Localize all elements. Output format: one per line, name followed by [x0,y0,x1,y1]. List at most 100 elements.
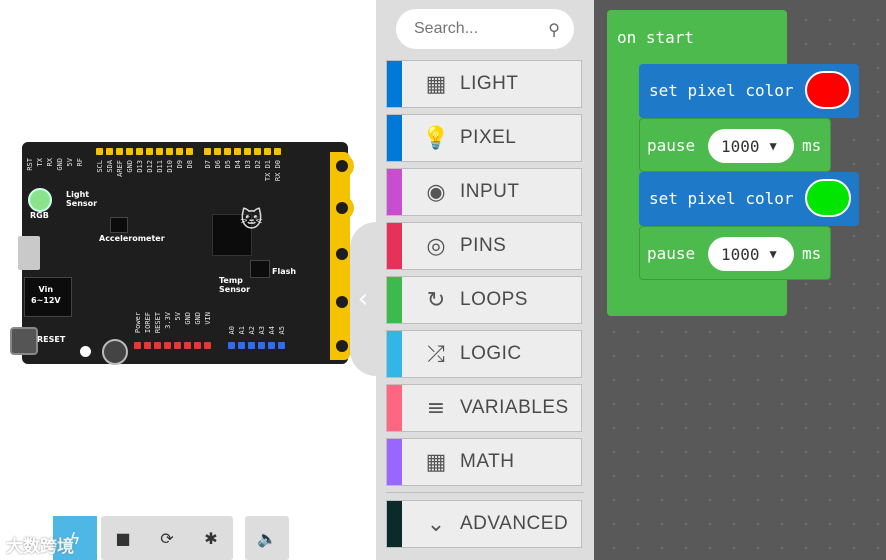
category-label: MATH [460,451,515,472]
header-digital-low [204,148,281,156]
header-pin [144,342,151,349]
pin-label: SDA [106,160,114,173]
search-box[interactable]: ⚲ [396,9,574,49]
unit-label: ms [802,136,822,155]
buzzer [102,339,128,365]
chevron-down-icon: ▼ [769,139,777,153]
chevron-down-icon: ▼ [769,247,777,261]
category-label: LOGIC [460,343,522,364]
toolbox: ⚲ ▦ LIGHT 💡 PIXEL ◉ INPUT ◎ PINS ↻ LOOPS ⤮ LOGIC ≡ VA… [376,0,594,560]
pin-label: RX [46,158,54,167]
duration-value: 1000 [721,244,760,264]
pin-label: RST [26,158,34,171]
sound-button[interactable]: 🔈 [245,516,289,560]
pin-label: GND [184,312,192,325]
category-label: PINS [460,235,507,256]
color-picker[interactable] [805,179,851,217]
header-digital-high [96,148,193,156]
category-label: INPUT [460,181,520,202]
category-color-stripe [387,501,402,547]
category-light[interactable]: ▦ LIGHT [386,60,582,108]
header-pin [268,342,275,349]
target-icon: ◉ [426,179,446,205]
category-advanced[interactable]: ⌄ ADVANCED [386,500,582,548]
pause-block[interactable]: pause 1000 ▼ ms [639,118,831,172]
block-label: set pixel color [649,81,794,100]
pin-label: A3 [258,326,266,335]
header-pin [134,342,141,349]
shuffle-icon: ⤮ [427,341,445,367]
restart-button[interactable]: ⟳ [145,516,189,560]
debug-button[interactable]: ✱ [189,516,233,560]
set-pixel-color-block[interactable]: set pixel color [639,64,859,118]
pin-label: GND [194,312,202,325]
header-pin [116,148,123,155]
header-pin [248,342,255,349]
toolbox-divider [386,492,584,493]
board-image[interactable]: RST TX RX GND 5V RF SCL SDA AREF GND D13 D12 D11 D10 D… [10,142,354,365]
header-pin [166,148,173,155]
pin-label: D6 [214,160,222,169]
search-input[interactable] [412,19,544,39]
chevron-left-icon: ‹ [357,284,369,314]
collapse-simulator-button[interactable]: ‹ [350,222,376,376]
header-pin [164,342,171,349]
pin-label: D11 [156,160,164,173]
header-pin [204,148,211,155]
on-start-block[interactable]: on start set pixel color pause 1000 ▼ ms… [607,10,859,316]
header-pin [136,148,143,155]
category-pins[interactable]: ◎ PINS [386,222,582,270]
pause-block[interactable]: pause 1000 ▼ ms [639,226,831,280]
category-label: LIGHT [460,73,519,94]
simulator-toolbar: ϟ ■ ⟳ ✱ 🔈 [53,516,289,560]
category-input[interactable]: ◉ INPUT [386,168,582,216]
header-pin [278,342,285,349]
blocks-workspace[interactable]: on start set pixel color pause 1000 ▼ ms… [594,0,886,560]
reset-label: RESET [37,335,66,344]
vin-jack: Vin 6~12V [24,277,72,317]
pin-label: D4 [234,160,242,169]
pin-label: A1 [238,326,246,335]
debug-icon: ✱ [204,528,218,548]
header-pin [156,148,163,155]
pad-3v[interactable] [330,196,354,220]
header-pin [224,148,231,155]
chevron-down-icon: ⌄ [426,511,446,537]
category-variables[interactable]: ≡ VARIABLES [386,384,582,432]
pin-label: GND [126,160,134,173]
category-color-stripe [387,61,402,107]
search-icon[interactable]: ⚲ [548,20,560,39]
pin-label: D13 [136,160,144,173]
accelerometer-chip [110,217,128,233]
sim-controls-group: ■ ⟳ ✱ [101,516,233,560]
restart-icon: ⟳ [160,528,174,548]
duration-dropdown[interactable]: 1000 ▼ [708,129,794,163]
set-pixel-color-block[interactable]: set pixel color [639,172,859,226]
category-label: VARIABLES [460,397,569,418]
on-start-label: on start [617,28,695,47]
stop-button[interactable]: ■ [101,516,145,560]
category-loops[interactable]: ↻ LOOPS [386,276,582,324]
rgb-led[interactable] [28,188,52,212]
reset-button[interactable] [10,327,38,355]
category-color-stripe [387,223,402,269]
duration-value: 1000 [721,136,760,156]
header-pin [214,148,221,155]
unit-label: ms [802,244,822,263]
pin-label: D12 [146,160,154,173]
pin-label: A4 [268,326,276,335]
pad-gnd[interactable] [330,154,354,178]
duration-dropdown[interactable]: 1000 ▼ [708,237,794,271]
category-label: PIXEL [460,127,517,148]
light-sensor-label: Light Sensor [66,190,98,208]
category-color-stripe [387,169,402,215]
color-picker[interactable] [805,71,851,109]
loop-icon: ↻ [426,287,446,313]
category-pixel[interactable]: 💡 PIXEL [386,114,582,162]
flash-chip [250,260,270,278]
header-pin [264,148,271,155]
category-math[interactable]: ▦ MATH [386,438,582,486]
category-logic[interactable]: ⤮ LOGIC [386,330,582,378]
pin-label: D10 [166,160,174,173]
cat-logo-icon: 🐱 [240,208,263,233]
